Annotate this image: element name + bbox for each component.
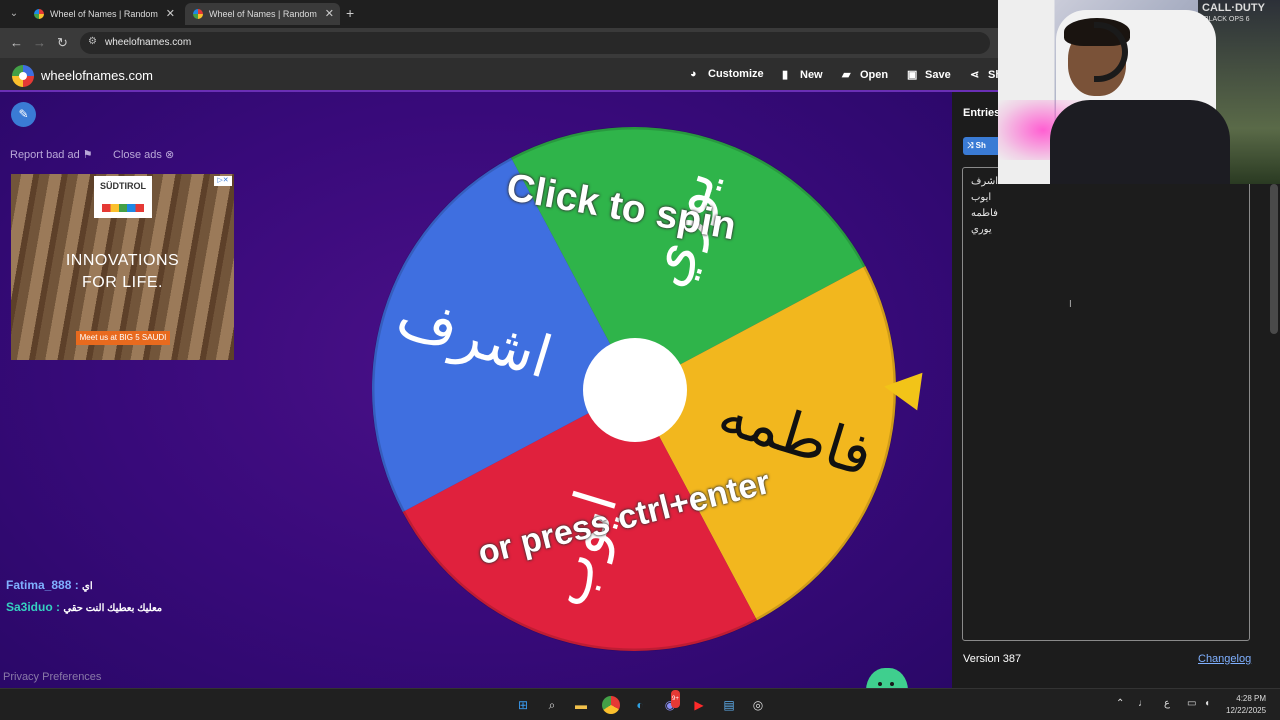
text-cursor-icon: I [1069, 299, 1072, 310]
open-button[interactable]: ▰ Open [842, 68, 888, 81]
ad-headline: INNOVATIONS FOR LIFE. [65, 252, 180, 291]
privacy-preferences-link[interactable]: Privacy Preferences [3, 671, 101, 683]
obs-icon[interactable]: ◎ [749, 696, 767, 714]
entry-line: اشرف [971, 176, 999, 187]
ad-info-icon[interactable]: ▷✕ [214, 176, 232, 186]
ad-cta-button[interactable]: Meet us at BIG 5 SAUDI [76, 331, 170, 345]
wheel-center-hub[interactable] [583, 338, 687, 442]
save-button[interactable]: ▣ Save [907, 68, 951, 81]
file-explorer-icon[interactable]: ▬ [572, 696, 590, 714]
ad-brand-logo: SÜDTIROL [94, 176, 152, 218]
brand-name[interactable]: wheelofnames.com [41, 68, 153, 83]
version-label: Version 387 [963, 653, 1022, 665]
tab-title: Wheel of Names | Random name picker [50, 9, 158, 19]
close-tab-icon[interactable]: ✕ [325, 7, 334, 20]
browser-tab-2[interactable]: Wheel of Names | Random name picker ✕ [185, 3, 340, 25]
notepad-icon[interactable]: ▤ [720, 696, 738, 714]
reload-icon[interactable]: ↻ [57, 35, 68, 51]
language-indicator[interactable]: ع [1164, 698, 1170, 709]
page-scrollbar[interactable] [1270, 184, 1278, 334]
share-icon: ⋖ [970, 69, 980, 81]
pencil-icon[interactable]: ✎ [11, 102, 36, 127]
chat-line: Sa3iduo : معليك بعطيك النت حقي [6, 600, 163, 614]
windows-taskbar: ⊞ ⌕ ▬ ◐ ◉ 9+ ▶ ▤ ◎ ⌃ ♩ ع ▭ ◖ 4:28 PM 12/2… [0, 688, 1280, 720]
wheel-pointer-icon [881, 367, 923, 411]
entry-line: ايوب [971, 192, 992, 203]
tab-entries[interactable]: Entries [963, 107, 1000, 119]
new-button[interactable]: ▮ New [782, 68, 823, 81]
site-info-icon[interactable]: ⚙ [88, 36, 97, 47]
floppy-disk-icon: ▣ [907, 69, 918, 81]
search-icon[interactable]: ⌕ [543, 696, 561, 714]
ad-banner[interactable]: SÜDTIROL INNOVATIONS FOR LIFE. Meet us at… [11, 174, 234, 360]
back-arrow-icon[interactable]: ← [10, 35, 23, 50]
microphone-icon[interactable]: ♩ [1138, 698, 1148, 709]
chevron-up-icon[interactable]: ⌃ [1116, 698, 1124, 709]
wheel-logo-icon[interactable] [12, 65, 34, 87]
speaker-icon[interactable]: ◖ [1204, 698, 1210, 709]
edge-icon[interactable]: ◐ [631, 696, 649, 714]
changelog-link[interactable]: Changelog [1198, 653, 1251, 665]
youtube-icon[interactable]: ▶ [690, 696, 708, 714]
file-icon: ▮ [782, 69, 789, 81]
report-bad-ad-link[interactable]: Report bad ad ⚑ [10, 148, 93, 161]
windows-start-icon[interactable]: ⊞ [514, 696, 532, 714]
chrome-icon[interactable] [602, 696, 620, 714]
close-tab-icon[interactable]: ✕ [166, 7, 175, 20]
wheel-favicon-icon [193, 9, 203, 19]
browser-tab-1[interactable]: Wheel of Names | Random name picker ✕ [26, 3, 181, 25]
url-field[interactable]: ⚙ wheelofnames.com [80, 32, 990, 54]
webcam-overlay: CALL·DUTY BLACK OPS 6 [998, 0, 1280, 184]
chat-line: Fatima_888 : اي [6, 578, 93, 592]
shuffle-button[interactable]: ⤨ Sh [963, 137, 1003, 155]
folder-icon: ▰ [842, 69, 851, 81]
entry-line: يوري [971, 224, 992, 235]
palette-icon: ◕ [690, 68, 697, 80]
streamer-body [1050, 100, 1230, 184]
discord-icon[interactable]: ◉ 9+ [661, 690, 680, 714]
system-clock[interactable]: 4:28 PM 12/22/2025 [1226, 693, 1266, 717]
shuffle-icon: ⤨ [967, 141, 974, 150]
url-text: wheelofnames.com [105, 37, 192, 48]
entry-line: فاطمه [971, 208, 998, 219]
flag-icon: ⚑ [82, 149, 93, 161]
close-ads-link[interactable]: Close ads ⊗ [113, 148, 174, 161]
close-circle-icon: ⊗ [164, 149, 175, 161]
tab-search-icon[interactable]: ⌄ [6, 6, 22, 22]
new-tab-icon[interactable]: + [346, 5, 354, 21]
forward-arrow-icon[interactable]: → [33, 35, 46, 50]
network-icon[interactable]: ▭ [1187, 698, 1196, 709]
tab-title: Wheel of Names | Random name picker [209, 9, 317, 19]
customize-button[interactable]: ◕ Customize [690, 68, 764, 80]
entries-textarea[interactable]: اشرف ايوب فاطمه يوري I [962, 167, 1250, 641]
wheel-favicon-icon [34, 9, 44, 19]
